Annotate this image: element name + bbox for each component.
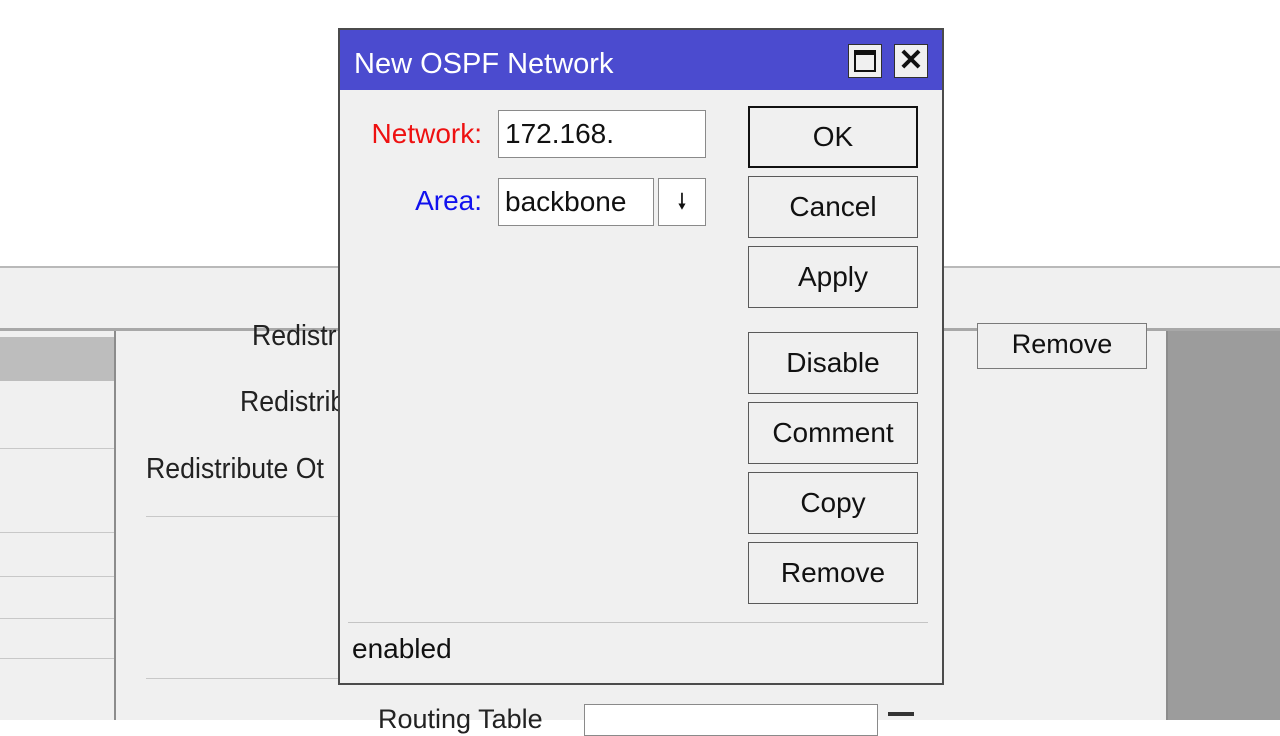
background-redistribute-other-label: Redistribute Ot [146,453,324,485]
comment-button[interactable]: Comment [748,402,918,464]
cancel-button[interactable]: Cancel [748,176,918,238]
close-icon: ✕ [898,44,924,77]
background-left-selected-row[interactable] [0,337,114,381]
background-divider [0,658,114,659]
dropdown-arrow-icon[interactable] [888,712,914,716]
close-button[interactable]: ✕ [894,44,928,78]
network-input[interactable] [498,110,706,158]
background-divider [0,448,114,449]
area-select[interactable] [498,178,654,226]
remove-button[interactable]: Remove [748,542,918,604]
background-redistribute-label: Redistri [252,320,343,352]
copy-button[interactable]: Copy [748,472,918,534]
area-dropdown-button[interactable]: 🠗 [658,178,706,226]
background-divider [0,532,114,533]
background-routing-table-field[interactable] [584,704,878,736]
background-redistribute-label: Redistrib [240,386,346,418]
status-text: enabled [352,633,452,664]
background-divider [146,678,338,679]
background-right-panel [1166,331,1280,720]
disable-button[interactable]: Disable [748,332,918,394]
dialog-title: New OSPF Network [354,48,614,80]
maximize-button[interactable] [848,44,882,78]
background-divider [0,576,114,577]
maximize-icon [854,50,876,72]
apply-button[interactable]: Apply [748,246,918,308]
background-divider [146,516,338,517]
dialog-titlebar[interactable]: New OSPF Network ✕ [340,30,942,90]
network-label: Network: [371,118,482,149]
background-left-list [0,331,116,720]
status-bar: enabled [348,622,928,676]
new-ospf-network-dialog: New OSPF Network ✕ Network: Area: 🠗 OK C… [338,28,944,685]
dropdown-arrow-icon: 🠗 [677,189,687,214]
background-divider [0,618,114,619]
background-remove-button[interactable]: Remove [977,323,1147,369]
area-label: Area: [415,185,482,216]
ok-button[interactable]: OK [748,106,918,168]
